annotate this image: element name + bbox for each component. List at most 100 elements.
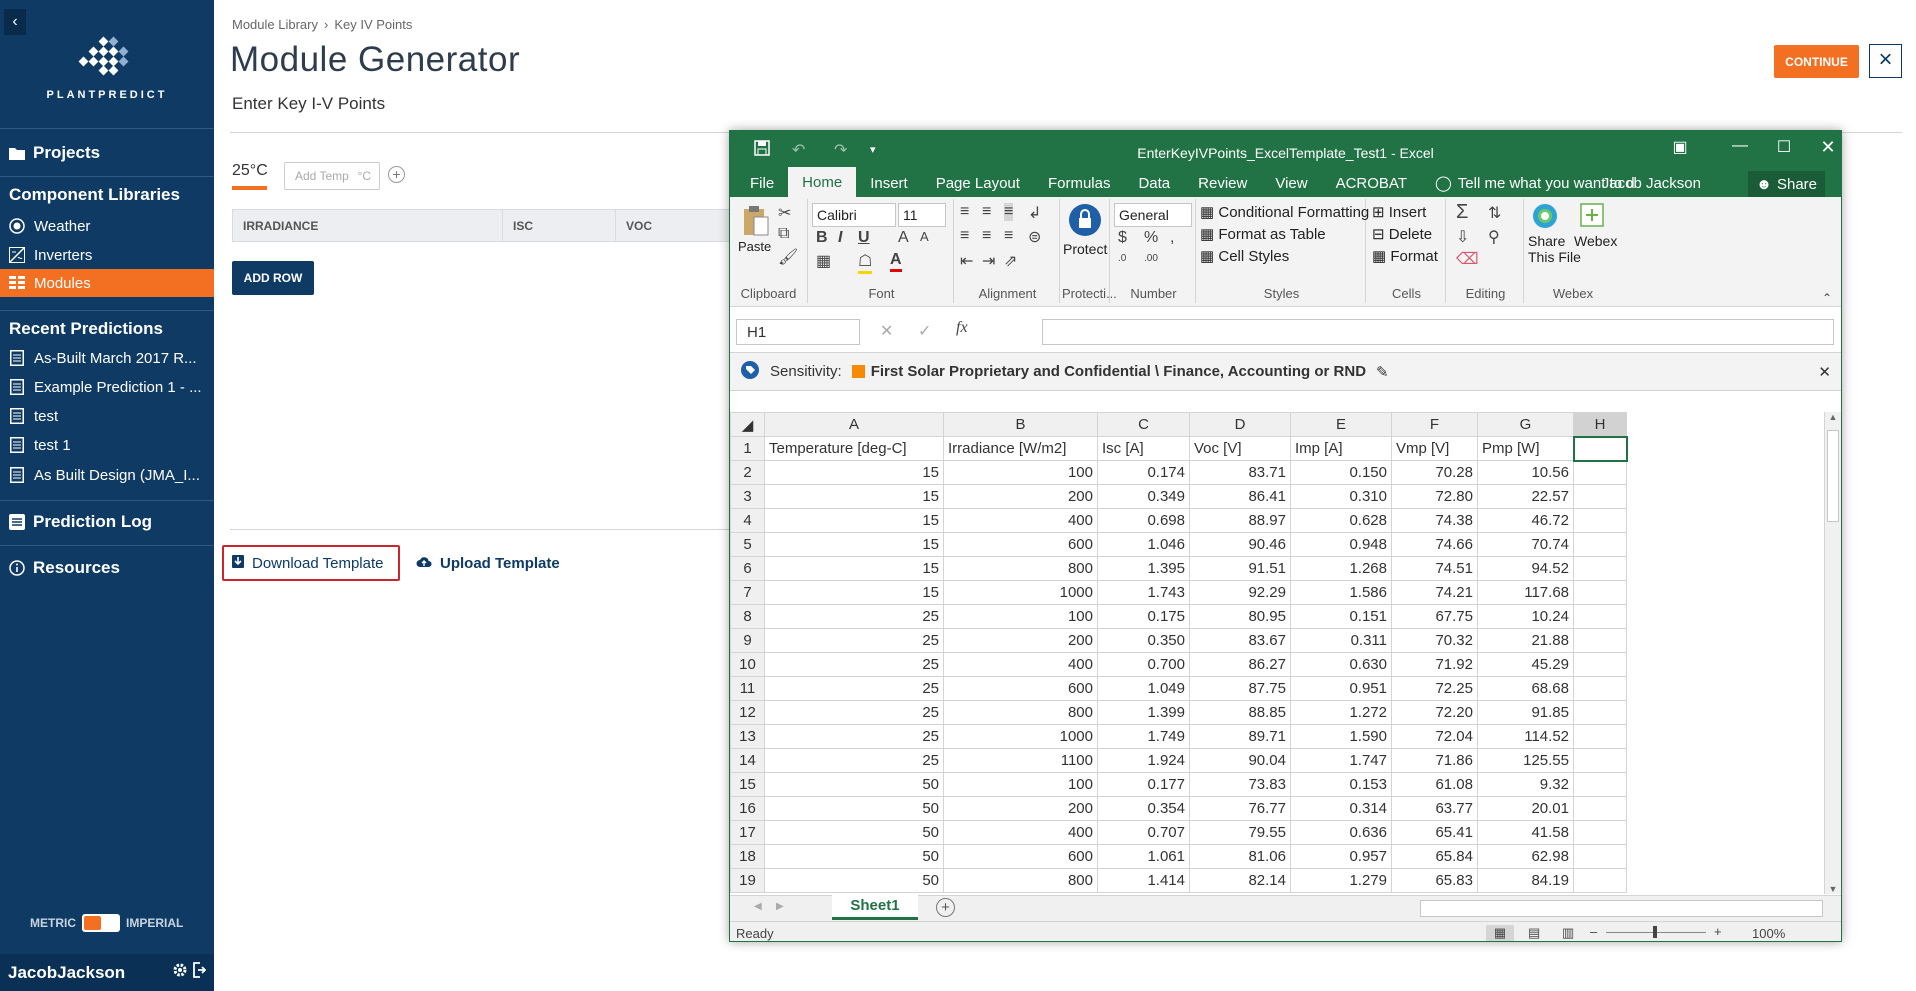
- empty-cell[interactable]: [1573, 604, 1627, 629]
- collapse-ribbon-icon[interactable]: ⌃: [1822, 291, 1832, 305]
- unit-switch[interactable]: [82, 914, 120, 932]
- bold-icon[interactable]: B: [816, 229, 828, 247]
- add-temp-icon[interactable]: +: [388, 166, 405, 183]
- recent-prediction-item[interactable]: As-Built March 2017 R...: [0, 344, 214, 372]
- increase-font-icon[interactable]: A: [898, 229, 909, 247]
- ribbon-display-icon[interactable]: ▣: [1670, 137, 1690, 157]
- merge-center-icon[interactable]: ⊜: [1028, 227, 1041, 247]
- data-cell[interactable]: 84.19: [1477, 868, 1574, 893]
- data-cell[interactable]: 81.06: [1189, 844, 1291, 869]
- autosum-icon[interactable]: Σ: [1456, 201, 1468, 224]
- zoom-level[interactable]: 100%: [1752, 926, 1785, 941]
- data-cell[interactable]: 70.28: [1391, 460, 1478, 485]
- header-cell[interactable]: Pmp [W]: [1477, 436, 1574, 461]
- data-cell[interactable]: 15: [764, 508, 944, 533]
- data-cell[interactable]: 1.049: [1097, 676, 1190, 701]
- data-cell[interactable]: 25: [764, 724, 944, 749]
- italic-icon[interactable]: I: [838, 229, 842, 247]
- row-number[interactable]: 18: [730, 844, 765, 869]
- data-cell[interactable]: 0.174: [1097, 460, 1190, 485]
- data-cell[interactable]: 70.32: [1391, 628, 1478, 653]
- data-cell[interactable]: 83.71: [1189, 460, 1291, 485]
- percent-icon[interactable]: %: [1144, 229, 1158, 247]
- data-cell[interactable]: 88.85: [1189, 700, 1291, 725]
- data-cell[interactable]: 1.272: [1290, 700, 1392, 725]
- empty-cell[interactable]: [1573, 700, 1627, 725]
- data-cell[interactable]: 72.25: [1391, 676, 1478, 701]
- column-header[interactable]: G: [1477, 412, 1574, 437]
- breadcrumb-module-library[interactable]: Module Library: [232, 17, 318, 32]
- data-cell[interactable]: 94.52: [1477, 556, 1574, 581]
- sort-filter-icon[interactable]: ⇅: [1488, 203, 1501, 223]
- align-top-icon[interactable]: ≡: [960, 203, 969, 221]
- data-cell[interactable]: 1.414: [1097, 868, 1190, 893]
- data-cell[interactable]: 67.75: [1391, 604, 1478, 629]
- data-cell[interactable]: 0.951: [1290, 676, 1392, 701]
- continue-button[interactable]: CONTINUE: [1774, 45, 1859, 78]
- header-cell[interactable]: Vmp [V]: [1391, 436, 1478, 461]
- scroll-up-icon[interactable]: ▲: [1825, 412, 1841, 422]
- comma-icon[interactable]: ,: [1170, 229, 1174, 247]
- data-cell[interactable]: 0.628: [1290, 508, 1392, 533]
- tab-page-layout[interactable]: Page Layout: [922, 169, 1034, 197]
- data-cell[interactable]: 1.268: [1290, 556, 1392, 581]
- row-number[interactable]: 8: [730, 604, 765, 629]
- data-cell[interactable]: 0.314: [1290, 796, 1392, 821]
- data-cell[interactable]: 45.29: [1477, 652, 1574, 677]
- selected-cell-h1[interactable]: [1572, 435, 1628, 462]
- data-cell[interactable]: 25: [764, 676, 944, 701]
- increase-decimal-icon[interactable]: .0: [1118, 253, 1126, 264]
- currency-icon[interactable]: $: [1118, 229, 1127, 247]
- data-cell[interactable]: 25: [764, 748, 944, 773]
- column-header[interactable]: D: [1189, 412, 1291, 437]
- data-cell[interactable]: 400: [943, 508, 1098, 533]
- header-cell[interactable]: Irradiance [W/m2]: [943, 436, 1098, 461]
- data-cell[interactable]: 1.586: [1290, 580, 1392, 605]
- data-cell[interactable]: 72.80: [1391, 484, 1478, 509]
- data-cell[interactable]: 50: [764, 868, 944, 893]
- sheet-tab-sheet1[interactable]: Sheet1: [832, 895, 918, 920]
- align-center-icon[interactable]: ≡: [982, 227, 991, 245]
- data-cell[interactable]: 22.57: [1477, 484, 1574, 509]
- empty-cell[interactable]: [1573, 724, 1627, 749]
- select-all-corner[interactable]: ◢: [730, 412, 765, 437]
- data-cell[interactable]: 21.88: [1477, 628, 1574, 653]
- data-cell[interactable]: 1.749: [1097, 724, 1190, 749]
- protect-icon[interactable]: [1068, 203, 1102, 242]
- data-cell[interactable]: 800: [943, 700, 1098, 725]
- cut-icon[interactable]: ✂: [778, 203, 791, 223]
- empty-cell[interactable]: [1573, 556, 1627, 581]
- data-cell[interactable]: 100: [943, 604, 1098, 629]
- data-cell[interactable]: 74.21: [1391, 580, 1478, 605]
- data-cell[interactable]: 71.92: [1391, 652, 1478, 677]
- data-cell[interactable]: 86.27: [1189, 652, 1291, 677]
- copy-icon[interactable]: ⧉: [778, 225, 789, 243]
- data-cell[interactable]: 0.311: [1290, 628, 1392, 653]
- tab-temperature-25[interactable]: 25°C: [232, 162, 268, 180]
- cell-styles-button[interactable]: ▦ Cell Styles: [1200, 247, 1289, 265]
- empty-cell[interactable]: [1573, 772, 1627, 797]
- zoom-out-icon[interactable]: –: [1590, 924, 1597, 939]
- clear-icon[interactable]: ⌫: [1456, 249, 1479, 269]
- zoom-in-icon[interactable]: +: [1714, 924, 1722, 939]
- data-cell[interactable]: 65.84: [1391, 844, 1478, 869]
- tab-view[interactable]: View: [1261, 169, 1321, 197]
- data-cell[interactable]: 600: [943, 844, 1098, 869]
- data-cell[interactable]: 83.67: [1189, 628, 1291, 653]
- data-cell[interactable]: 79.55: [1189, 820, 1291, 845]
- data-cell[interactable]: 117.68: [1477, 580, 1574, 605]
- row-number[interactable]: 10: [730, 652, 765, 677]
- data-cell[interactable]: 600: [943, 676, 1098, 701]
- underline-icon[interactable]: U: [858, 229, 870, 247]
- edit-pencil-icon[interactable]: ✎: [1376, 363, 1389, 381]
- empty-cell[interactable]: [1573, 580, 1627, 605]
- data-cell[interactable]: 90.46: [1189, 532, 1291, 557]
- data-cell[interactable]: 46.72: [1477, 508, 1574, 533]
- data-cell[interactable]: 15: [764, 580, 944, 605]
- row-number[interactable]: 6: [730, 556, 765, 581]
- vertical-scrollbar[interactable]: ▲ ▼: [1824, 412, 1841, 894]
- data-cell[interactable]: 1.747: [1290, 748, 1392, 773]
- zoom-slider-thumb[interactable]: [1653, 926, 1657, 938]
- wrap-text-icon[interactable]: ↲: [1028, 203, 1041, 223]
- empty-cell[interactable]: [1573, 844, 1627, 869]
